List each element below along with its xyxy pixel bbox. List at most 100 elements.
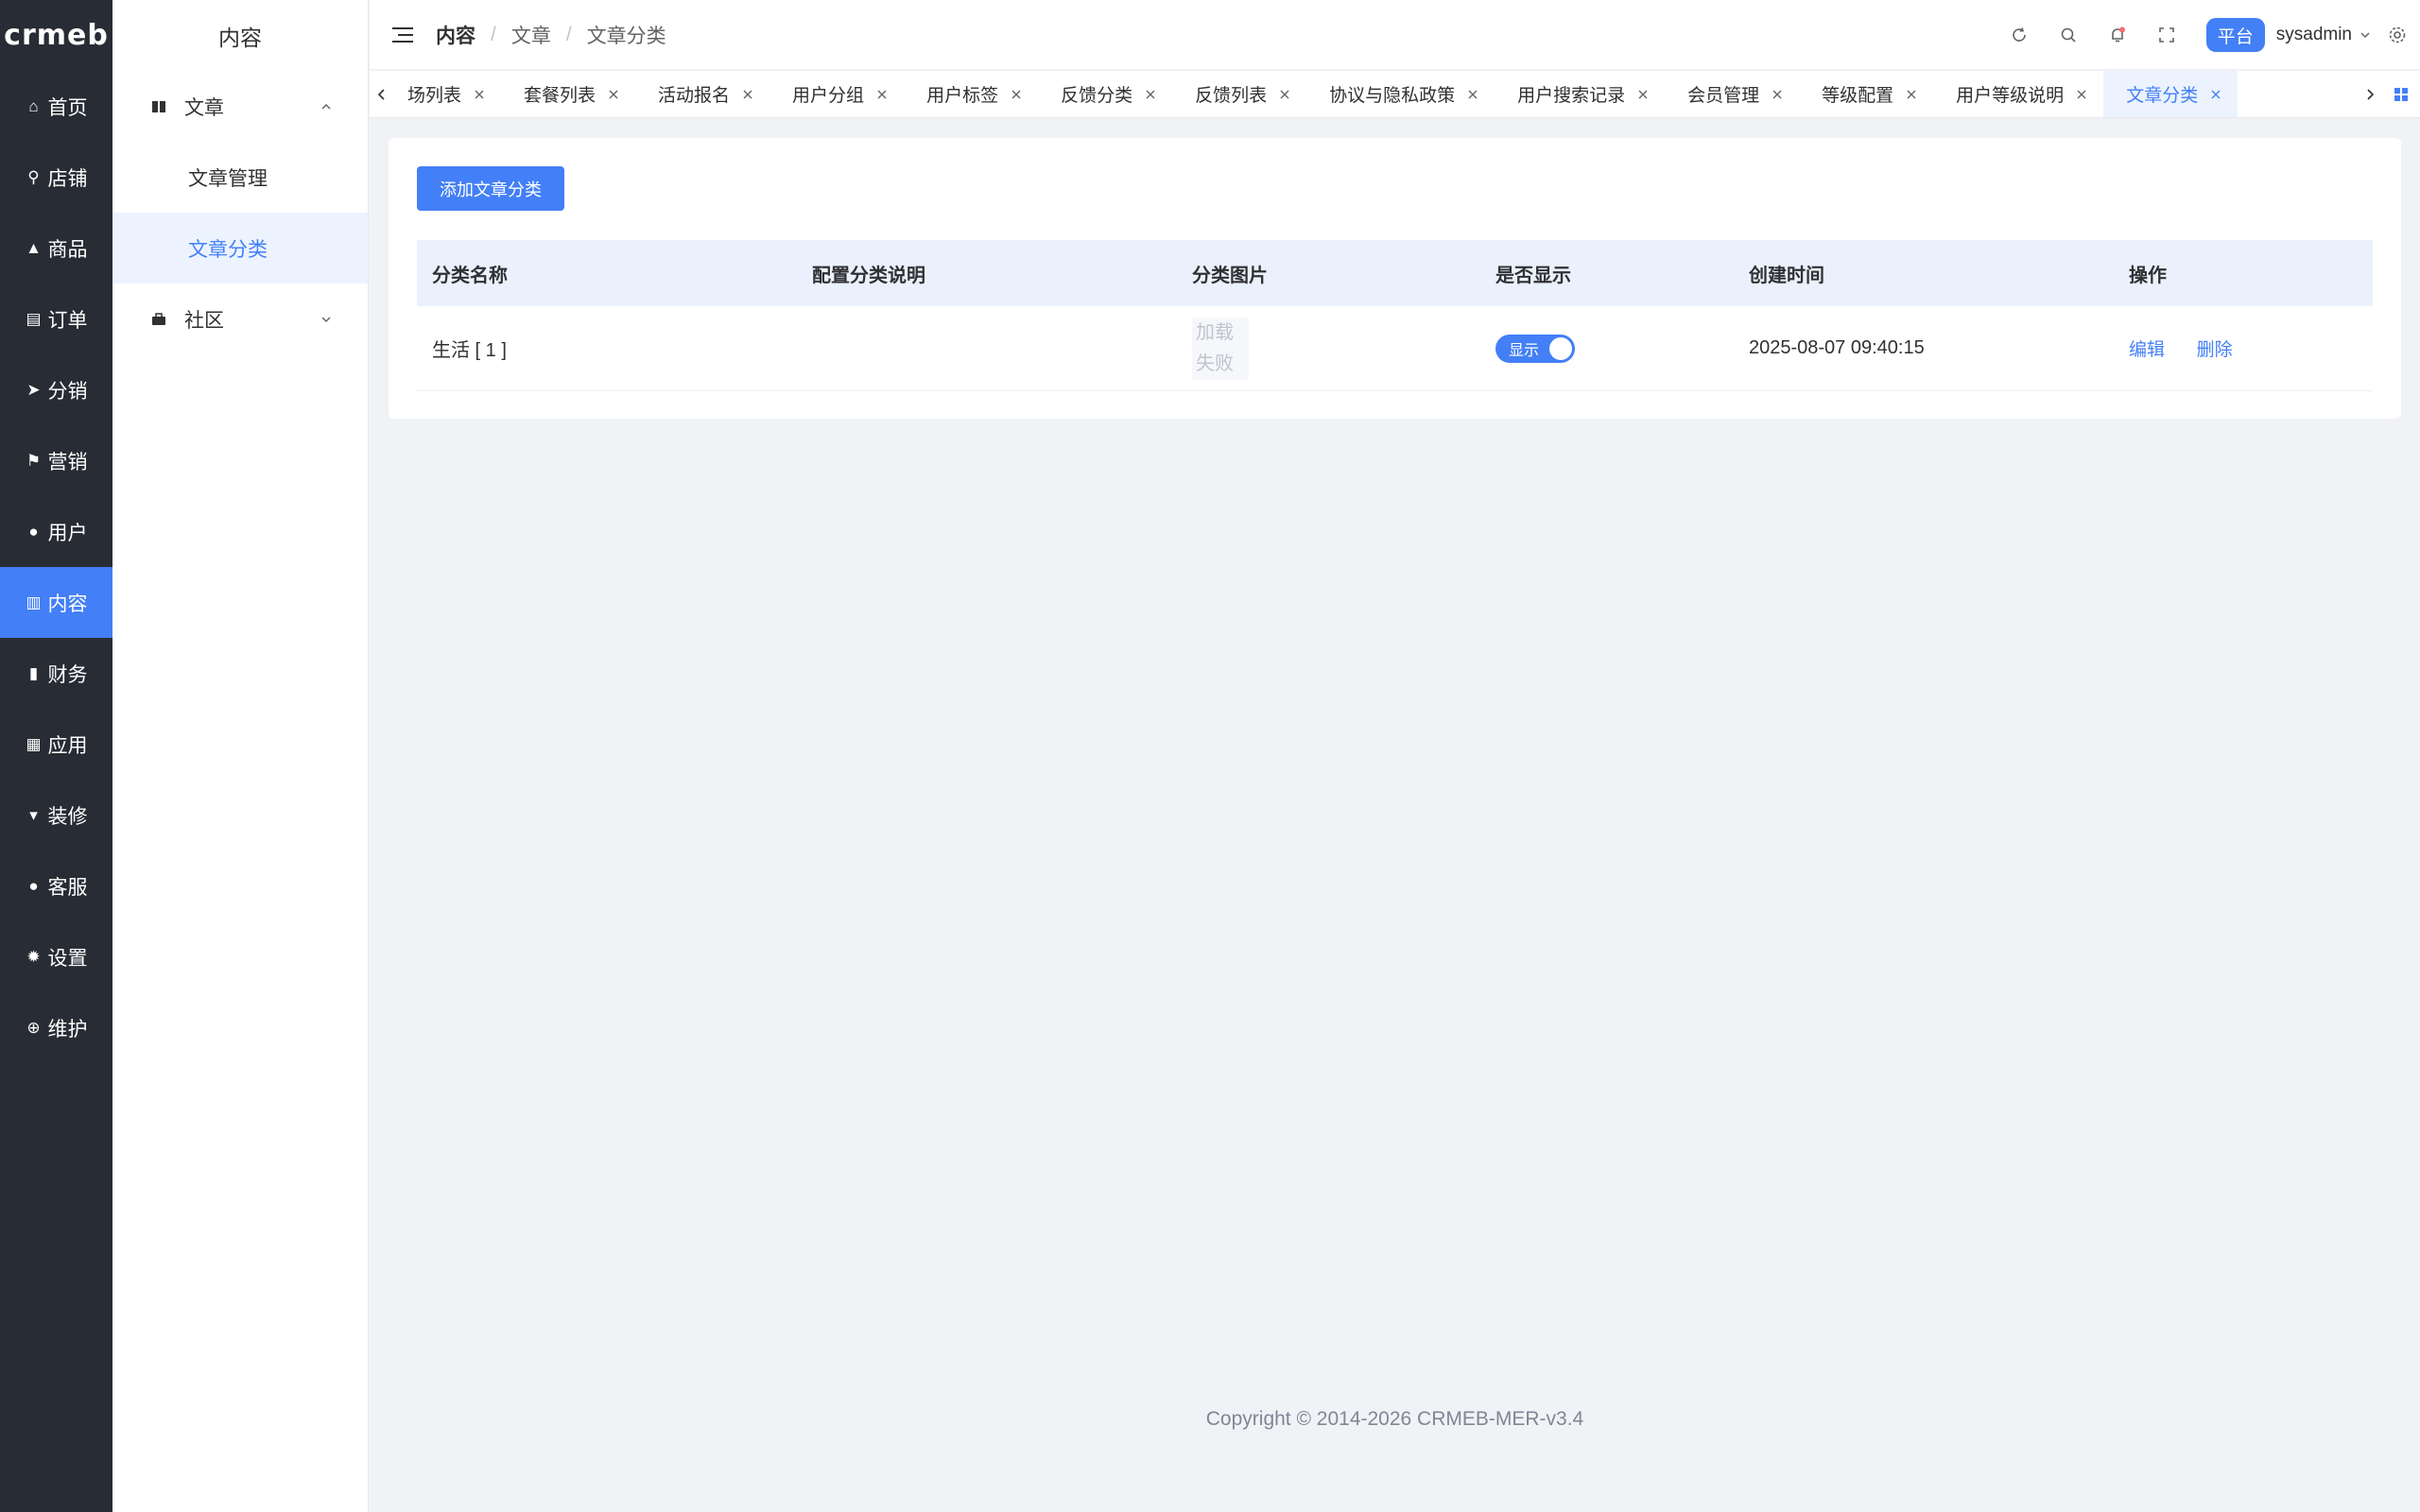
tabs-scroll-left[interactable] xyxy=(370,71,394,117)
bag-icon: ▲ xyxy=(26,238,42,257)
column-header-description: 配置分类说明 xyxy=(812,265,925,286)
sidebar-item[interactable]: ▥ 内容 xyxy=(0,567,112,638)
platform-badge[interactable]: 平台 xyxy=(2205,18,2265,52)
close-icon[interactable] xyxy=(1638,90,1648,99)
service-icon: ● xyxy=(28,876,39,895)
submenu-group-article[interactable]: 文章 xyxy=(112,71,368,142)
column-header-visible: 是否显示 xyxy=(1495,265,1571,286)
sidebar-item-label: 营销 xyxy=(47,451,88,473)
sidebar-item[interactable]: ⚑ 营销 xyxy=(0,425,112,496)
close-icon[interactable] xyxy=(2077,90,2086,99)
tab[interactable]: 用户分组 xyxy=(769,71,904,117)
sidebar-item[interactable]: ▲ 商品 xyxy=(0,213,112,284)
column-header-name: 分类名称 xyxy=(432,265,508,286)
sidebar-item[interactable]: ▾ 装修 xyxy=(0,780,112,850)
briefcase-icon xyxy=(150,311,167,328)
close-icon[interactable] xyxy=(877,90,887,99)
tab-label: 反馈列表 xyxy=(1195,86,1268,106)
actions-cell: 编辑 删除 xyxy=(2118,335,2373,361)
tab[interactable]: 反馈列表 xyxy=(1172,71,1306,117)
tab-label: 用户标签 xyxy=(926,86,999,106)
close-icon[interactable] xyxy=(1146,90,1155,99)
tab[interactable]: 会员管理 xyxy=(1665,71,1799,117)
close-icon[interactable] xyxy=(1907,90,1916,99)
chevron-down-icon xyxy=(321,316,331,322)
tab[interactable]: 场列表 xyxy=(394,71,501,117)
grid-icon xyxy=(2394,87,2408,101)
sidebar-item[interactable]: ➤ 分销 xyxy=(0,354,112,425)
settings-icon[interactable] xyxy=(2388,26,2407,44)
sidebar-item[interactable]: ▮ 财务 xyxy=(0,638,112,709)
tab[interactable]: 活动报名 xyxy=(635,71,769,117)
brand-logo[interactable]: crmeb xyxy=(0,0,112,71)
close-icon[interactable] xyxy=(1011,90,1021,99)
fullscreen-icon[interactable] xyxy=(2157,26,2176,44)
tab[interactable]: 文章分类 xyxy=(2103,71,2238,117)
image-fail-text: 失败 xyxy=(1196,352,1234,374)
tab-label: 协议与隐私政策 xyxy=(1329,86,1456,106)
top-header: 内容 / 文章 / 文章分类 平台 sysadmin xyxy=(370,0,2420,70)
sidebar-item[interactable]: ⚲ 店铺 xyxy=(0,142,112,213)
tab-label: 会员管理 xyxy=(1687,86,1760,106)
user-menu[interactable]: sysadmin xyxy=(2276,25,2371,45)
tab[interactable]: 用户等级说明 xyxy=(1933,71,2103,117)
tab-label: 用户分组 xyxy=(792,86,865,106)
sidebar-item[interactable]: ▤ 订单 xyxy=(0,284,112,354)
breadcrumb-item[interactable]: 内容 xyxy=(436,21,475,49)
tab[interactable]: 用户搜索记录 xyxy=(1495,71,1665,117)
close-icon[interactable] xyxy=(1280,90,1289,99)
visible-toggle[interactable]: 显示 xyxy=(1495,334,1575,363)
sidebar-item-label: 应用 xyxy=(47,734,88,757)
sidebar-item[interactable]: ✹ 设置 xyxy=(0,921,112,992)
sidebar-item[interactable]: ● 用户 xyxy=(0,496,112,567)
chevron-right-icon xyxy=(2367,88,2375,100)
tab[interactable]: 套餐列表 xyxy=(501,71,635,117)
tab-label: 用户搜索记录 xyxy=(1517,86,1626,106)
sidebar-item-label: 维护 xyxy=(47,1018,88,1040)
table-row: 生活 [ 1 ] 加载 失败 显示 2025-08-07 09:40:15 编辑… xyxy=(417,306,2373,391)
sidebar-item-label: 首页 xyxy=(47,96,88,119)
close-icon[interactable] xyxy=(743,90,752,99)
image-fail-text: 加载 xyxy=(1196,321,1234,343)
close-icon[interactable] xyxy=(475,90,484,99)
bell-icon[interactable] xyxy=(2108,26,2127,44)
submenu-item-article-manage[interactable]: 文章管理 xyxy=(112,142,368,213)
breadcrumb: 内容 / 文章 / 文章分类 xyxy=(436,21,666,49)
plus-circle-icon: ⊕ xyxy=(26,1018,41,1037)
close-icon[interactable] xyxy=(609,90,618,99)
tab[interactable]: 等级配置 xyxy=(1799,71,1933,117)
add-category-button[interactable]: 添加文章分类 xyxy=(417,166,564,211)
content-card: 添加文章分类 分类名称 配置分类说明 分类图片 是否显示 创建时间 操作 生活 … xyxy=(389,138,2401,419)
tab[interactable]: 协议与隐私政策 xyxy=(1306,71,1495,117)
breadcrumb-item[interactable]: 文章 xyxy=(511,21,551,49)
close-icon[interactable] xyxy=(1772,90,1782,99)
submenu-group-community[interactable]: 社区 xyxy=(112,284,368,354)
tab[interactable]: 反馈分类 xyxy=(1038,71,1172,117)
table-header: 分类名称 配置分类说明 分类图片 是否显示 创建时间 操作 xyxy=(417,240,2373,306)
copyright-footer: Copyright © 2014-2026 CRMEB-MER-v3.4 xyxy=(1205,1408,1584,1430)
sidebar-item[interactable]: ⊕ 维护 xyxy=(0,992,112,1063)
sidebar-item[interactable]: ▦ 应用 xyxy=(0,709,112,780)
sidebar-item[interactable]: ⌂ 首页 xyxy=(0,71,112,142)
close-icon[interactable] xyxy=(2211,90,2221,99)
tab-label: 等级配置 xyxy=(1822,86,1894,106)
submenu-item-article-category[interactable]: 文章分类 xyxy=(112,213,368,284)
refresh-icon[interactable] xyxy=(2010,26,2029,44)
menu-toggle-icon[interactable] xyxy=(392,26,413,43)
category-name: 生活 [ 1 ] xyxy=(432,340,507,361)
close-icon[interactable] xyxy=(1468,90,1478,99)
tabs-scroll-right[interactable] xyxy=(2358,71,2382,117)
store-icon: ⚲ xyxy=(27,167,40,186)
username: sysadmin xyxy=(2275,25,2352,44)
edit-link[interactable]: 编辑 xyxy=(2129,340,2165,360)
tabs-menu-button[interactable] xyxy=(2382,71,2420,117)
tab[interactable]: 用户标签 xyxy=(904,71,1038,117)
delete-link[interactable]: 删除 xyxy=(2197,340,2233,360)
sidebar-item[interactable]: ● 客服 xyxy=(0,850,112,921)
tab-list: 场列表 套餐列表 活动报名 用户分组 用户标签 反馈分类 反馈列表 协议与隐私政策 用户搜索记录… xyxy=(394,71,2358,117)
book-icon xyxy=(150,98,167,115)
send-icon: ➤ xyxy=(26,380,41,399)
user-icon: ● xyxy=(28,522,39,541)
search-icon[interactable] xyxy=(2059,26,2078,44)
bar-chart-icon: ▮ xyxy=(28,663,39,682)
